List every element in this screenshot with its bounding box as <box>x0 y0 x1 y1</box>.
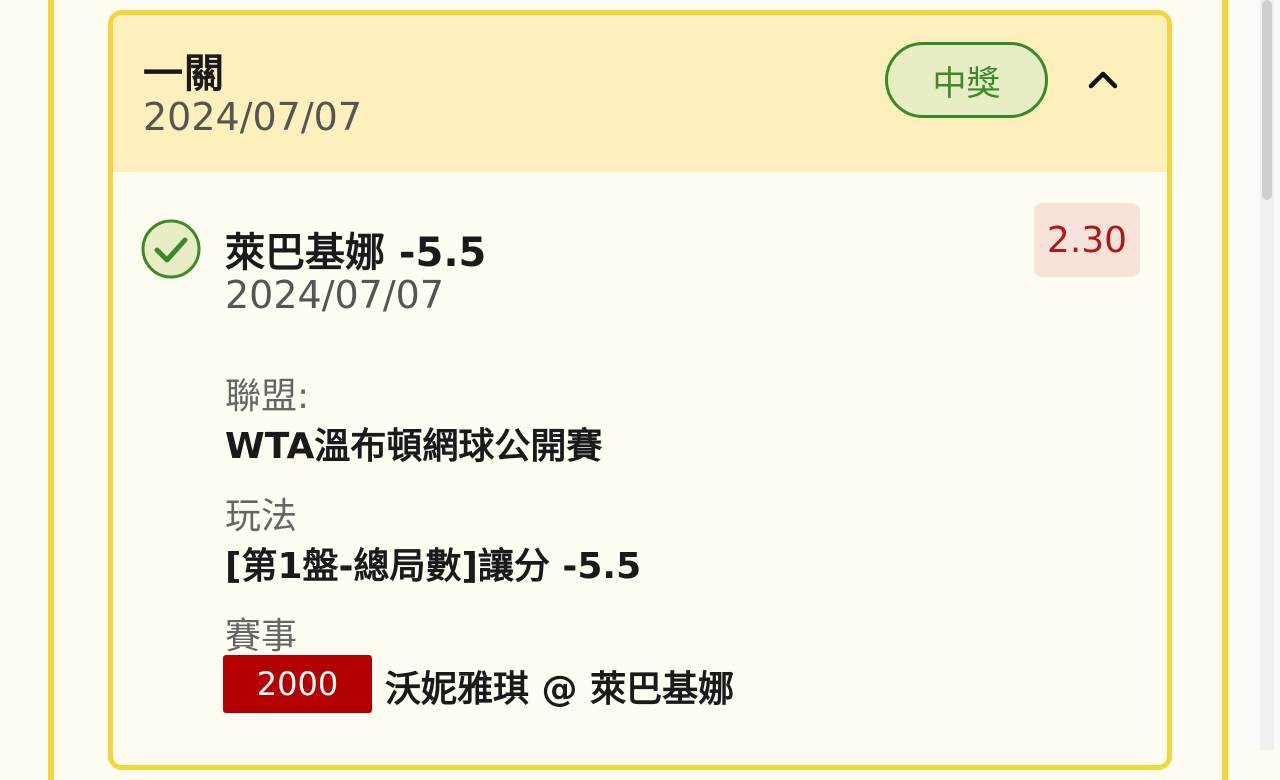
bet-date: 2024/07/07 <box>143 95 363 139</box>
play-label: 玩法 <box>225 496 298 537</box>
status-badge: 中獎 <box>885 42 1048 118</box>
selection-title: 萊巴基娜 -5.5 <box>225 230 487 276</box>
selection-date: 2024/07/07 <box>225 273 445 317</box>
bet-card-header[interactable]: 一關 2024/07/07 中獎 <box>113 15 1167 172</box>
event-label: 賽事 <box>225 616 298 657</box>
play-value: [第1盤-總局數]讓分 -5.5 <box>225 546 642 587</box>
page: 一關 2024/07/07 中獎 萊巴基娜 -5.5 2024/07/07 2.… <box>0 0 1280 780</box>
odds-badge: 2.30 <box>1034 203 1140 277</box>
bet-type-title: 一關 <box>143 51 225 97</box>
scrollbar-thumb[interactable] <box>1262 0 1272 200</box>
event-name: 沃妮雅琪 @ 萊巴基娜 <box>385 669 735 710</box>
bet-card: 一關 2024/07/07 中獎 萊巴基娜 -5.5 2024/07/07 2.… <box>108 10 1172 770</box>
event-code-badge: 2000 <box>223 655 372 713</box>
chevron-up-icon <box>1088 71 1118 89</box>
league-value: WTA溫布頓網球公開賽 <box>225 426 603 467</box>
collapse-button[interactable] <box>1081 57 1125 101</box>
check-circle-icon <box>140 218 202 284</box>
league-label: 聯盟: <box>225 376 310 417</box>
